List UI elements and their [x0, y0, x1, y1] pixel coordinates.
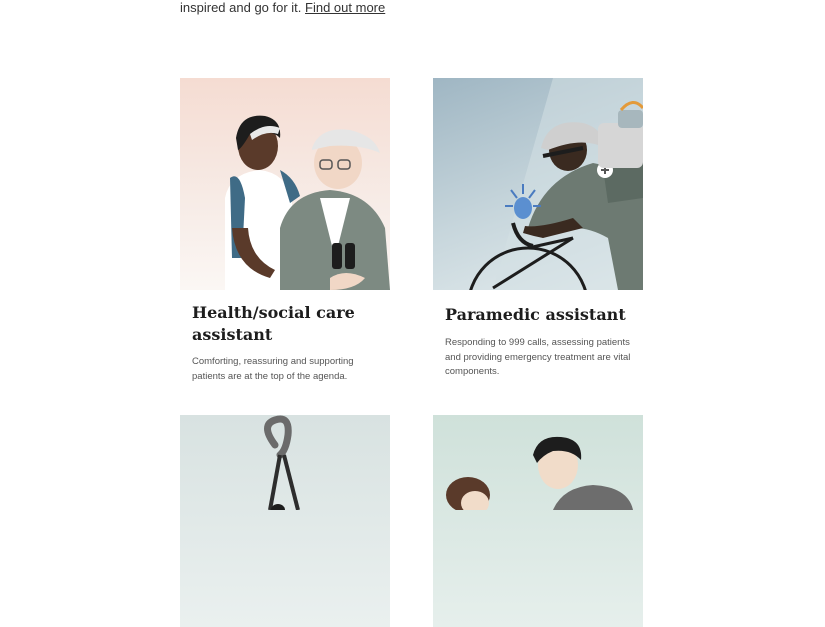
intro-text: inspired and go for it. Find out more: [180, 0, 385, 15]
card-description: Comforting, reassuring and supporting pa…: [192, 356, 354, 382]
card-title[interactable]: Health/social care assistant: [180, 302, 390, 346]
intro-sentence: inspired and go for it.: [180, 0, 302, 15]
card-description: Responding to 999 calls, assessing patie…: [445, 337, 631, 377]
career-card-health-social-care[interactable]: Health/social care assistant Comforting,…: [180, 78, 390, 384]
paramedic-illustration: [433, 78, 643, 290]
career-card-paramedic-assistant[interactable]: Paramedic assistant Responding to 999 ca…: [433, 78, 643, 380]
card-title[interactable]: Paramedic assistant: [433, 304, 643, 326]
find-out-more-link[interactable]: Find out more: [305, 0, 385, 15]
two-people-illustration: [433, 415, 643, 627]
career-card-4[interactable]: [433, 415, 643, 627]
career-card-3[interactable]: [180, 415, 390, 627]
stethoscope-illustration: [180, 415, 390, 627]
carer-illustration: [180, 78, 390, 290]
